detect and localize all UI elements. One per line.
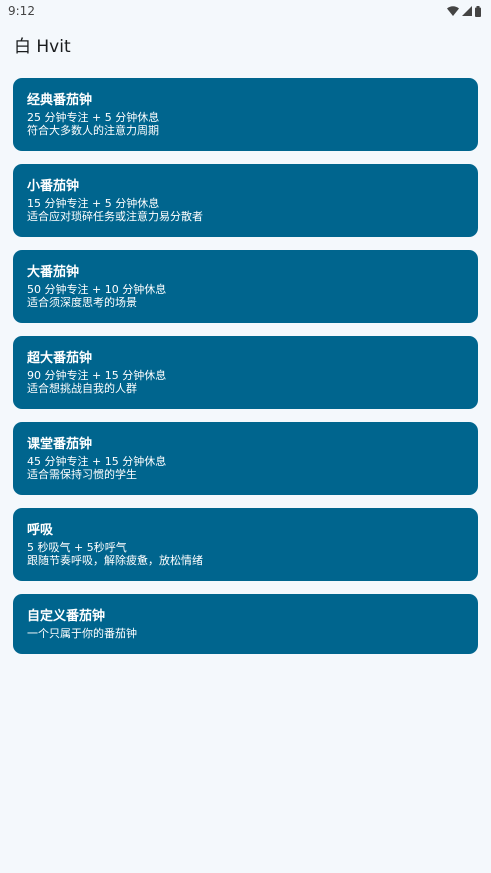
status-time: 9:12: [8, 4, 35, 18]
app-title: 白 Hvit: [14, 36, 71, 57]
card-title: 大番茄钟: [27, 265, 80, 280]
preset-card-classroom[interactable]: 课堂番茄钟 45 分钟专注 + 15 分钟休息 适合需保持习惯的学生: [13, 422, 478, 495]
preset-card-custom[interactable]: 自定义番茄钟 一个只属于你的番茄钟: [13, 594, 478, 654]
battery-icon: [475, 5, 481, 17]
card-description: 适合想挑战自我的人群: [27, 382, 137, 395]
card-title: 自定义番茄钟: [27, 609, 106, 624]
card-description: 一个只属于你的番茄钟: [27, 627, 137, 640]
card-timing: 50 分钟专注 + 10 分钟休息: [27, 283, 167, 296]
preset-card-classic[interactable]: 经典番茄钟 25 分钟专注 + 5 分钟休息 符合大多数人的注意力周期: [13, 78, 478, 151]
status-bar: 9:12: [0, 0, 491, 22]
card-timing: 5 秒吸气 + 5秒呼气: [27, 541, 127, 554]
preset-card-breathing[interactable]: 呼吸 5 秒吸气 + 5秒呼气 跟随节奏呼吸，解除疲惫，放松情绪: [13, 508, 478, 581]
card-description: 适合须深度思考的场景: [27, 296, 137, 309]
card-title: 小番茄钟: [27, 179, 80, 194]
wifi-icon: [447, 6, 459, 16]
preset-card-large[interactable]: 大番茄钟 50 分钟专注 + 10 分钟休息 适合须深度思考的场景: [13, 250, 478, 323]
status-icons: [447, 5, 481, 17]
card-title: 呼吸: [27, 523, 54, 538]
card-title: 超大番茄钟: [27, 351, 93, 366]
preset-list: 经典番茄钟 25 分钟专注 + 5 分钟休息 符合大多数人的注意力周期 小番茄钟…: [13, 78, 478, 667]
card-description: 跟随节奏呼吸，解除疲惫，放松情绪: [27, 554, 203, 567]
card-timing: 15 分钟专注 + 5 分钟休息: [27, 197, 160, 210]
card-description: 适合应对琐碎任务或注意力易分散者: [27, 210, 203, 223]
card-timing: 90 分钟专注 + 15 分钟休息: [27, 369, 167, 382]
card-title: 经典番茄钟: [27, 93, 93, 108]
card-title: 课堂番茄钟: [27, 437, 93, 452]
signal-icon: [462, 6, 472, 16]
card-description: 符合大多数人的注意力周期: [27, 124, 159, 137]
app-bar: 白 Hvit: [0, 22, 491, 66]
card-description: 适合需保持习惯的学生: [27, 468, 137, 481]
preset-card-extra-large[interactable]: 超大番茄钟 90 分钟专注 + 15 分钟休息 适合想挑战自我的人群: [13, 336, 478, 409]
card-timing: 25 分钟专注 + 5 分钟休息: [27, 111, 160, 124]
preset-card-small[interactable]: 小番茄钟 15 分钟专注 + 5 分钟休息 适合应对琐碎任务或注意力易分散者: [13, 164, 478, 237]
card-timing: 45 分钟专注 + 15 分钟休息: [27, 455, 167, 468]
